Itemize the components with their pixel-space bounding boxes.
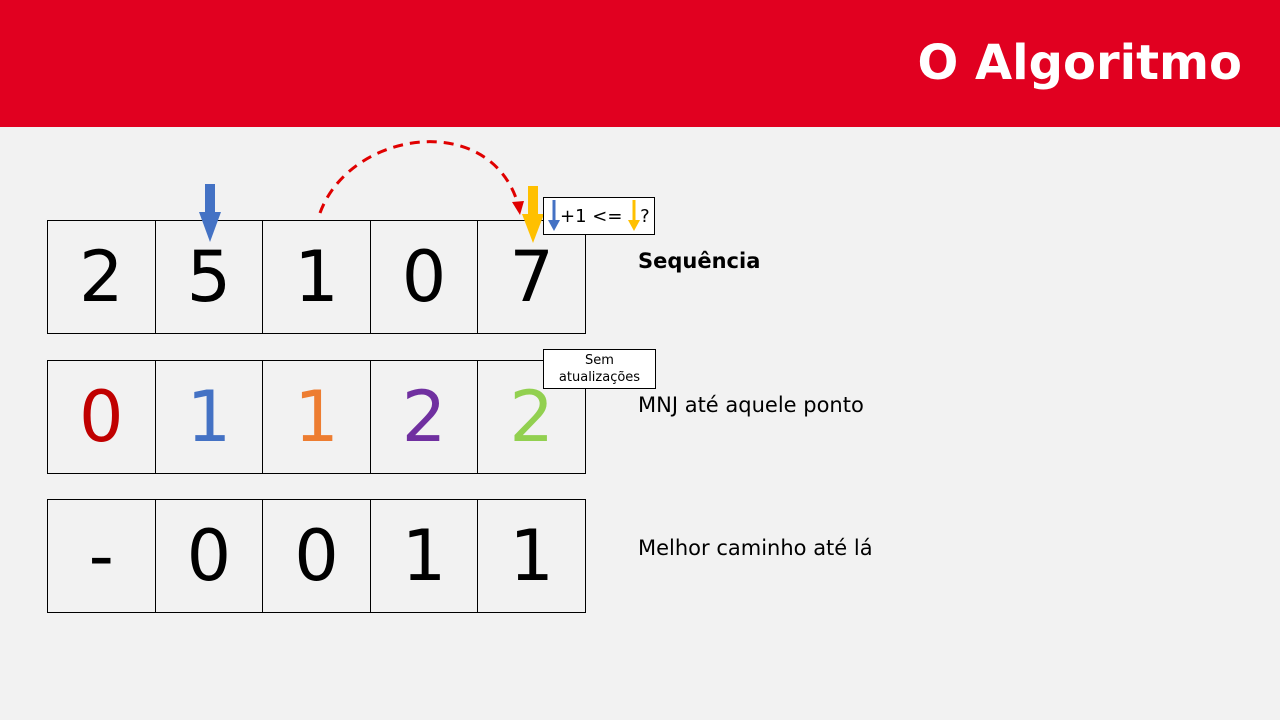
mnj-cell: 1 — [156, 361, 264, 473]
best-path-cell: 0 — [156, 500, 264, 612]
dashed-arc-arrow-icon — [318, 140, 524, 215]
comparison-question: ? — [640, 205, 650, 227]
best-path-cell: 0 — [263, 500, 371, 612]
sequence-cell: 7 — [509, 236, 554, 318]
note-line-2: atualizações — [558, 370, 641, 385]
sequence-grid: 2 5 1 0 7 — [47, 220, 586, 334]
mnj-label: MNJ até aquele ponto — [638, 393, 864, 417]
blue-small-arrow-icon — [548, 200, 560, 231]
sequence-cell: 2 — [48, 221, 156, 333]
sequence-label: Sequência — [638, 249, 761, 273]
mnj-cell: 1 — [263, 361, 371, 473]
best-path-cell: 1 — [371, 500, 479, 612]
comparison-box: +1 <= ? — [543, 197, 655, 235]
best-path-cell: - — [48, 500, 156, 612]
mnj-cell: 2 — [371, 361, 479, 473]
slide-title: O Algoritmo — [917, 35, 1242, 91]
yellow-small-arrow-icon — [628, 200, 641, 231]
no-updates-note: Sem atualizações — [543, 349, 656, 389]
best-path-grid: - 0 0 1 1 — [47, 499, 586, 613]
sequence-cell: 1 — [263, 221, 371, 333]
best-path-cell: 1 — [509, 515, 554, 597]
mnj-cell: 0 — [48, 361, 156, 473]
sequence-cell: 5 — [156, 221, 264, 333]
sequence-cell: 0 — [371, 221, 479, 333]
comparison-text: +1 <= — [560, 205, 629, 227]
note-line-1: Sem — [585, 353, 614, 368]
best-path-label: Melhor caminho até lá — [638, 536, 873, 560]
mnj-grid: 0 1 1 2 2 — [47, 360, 586, 474]
